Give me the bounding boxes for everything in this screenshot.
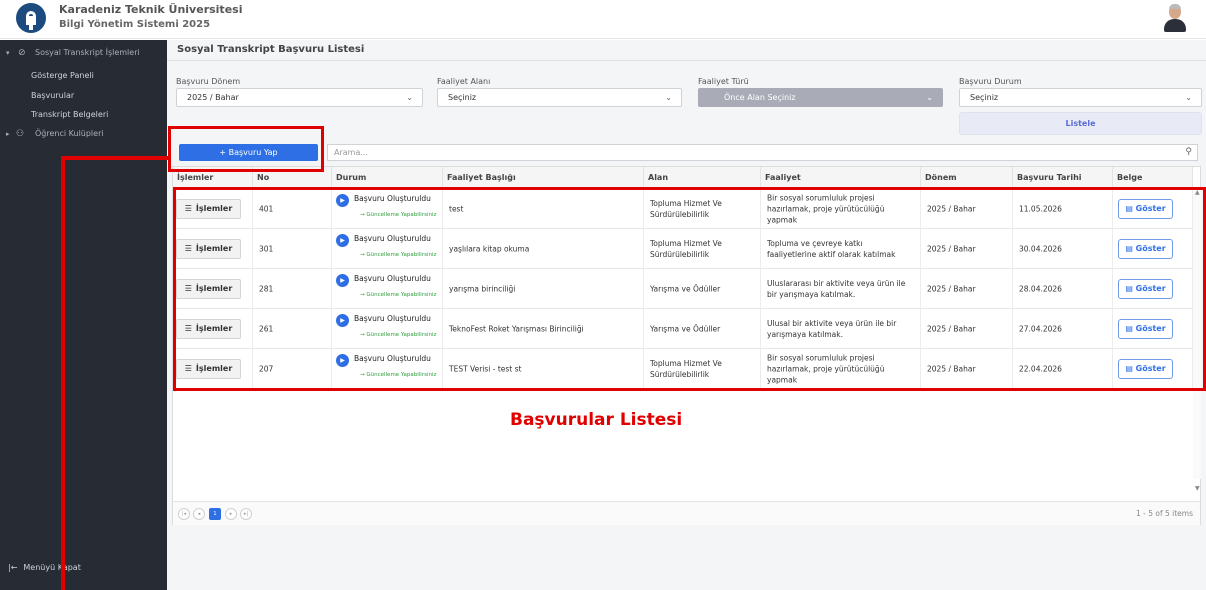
chevron-down-icon: ▾	[6, 44, 10, 62]
area-select-value: Seçiniz	[448, 93, 476, 102]
page-number-button[interactable]: 1	[209, 508, 221, 520]
sidebar-item-social-transcript[interactable]: ▾ ⊘ Sosyal Transkript İşlemleri	[0, 44, 167, 62]
grid-header: İşlemler No Durum Faaliyet Başlığı Alan …	[173, 167, 1193, 188]
area-select[interactable]: Seçiniz ⌄	[437, 88, 682, 107]
sidebar-item-dashboard[interactable]: Gösterge Paneli	[0, 67, 167, 85]
type-select[interactable]: Önce Alan Seçiniz ⌄	[698, 88, 943, 107]
pager: |◂ ◂ 1 ▸ ▸| 1 - 5 of 5 items	[173, 501, 1200, 525]
chevron-down-icon: ⌄	[926, 89, 933, 106]
search-icon: ⚲	[1185, 145, 1192, 160]
column-header-term[interactable]: Dönem	[921, 167, 1013, 188]
status-select-value: Seçiniz	[970, 93, 998, 102]
list-highlight	[173, 187, 1206, 391]
menu-close-button[interactable]: |← Menüyü Kapat	[8, 563, 81, 572]
column-header-activity-title[interactable]: Faaliyet Başlığı	[443, 167, 644, 188]
status-select[interactable]: Seçiniz ⌄	[959, 88, 1202, 107]
type-filter-label: Faaliyet Türü	[698, 77, 749, 86]
type-select-value: Önce Alan Seçiniz	[724, 93, 796, 102]
annotation-connector-horizontal	[61, 156, 168, 160]
sidebar: ▾ ⊘ Sosyal Transkript İşlemleri Gösterge…	[0, 40, 167, 590]
collapse-arrow-icon: |←	[8, 563, 17, 572]
scroll-down-icon[interactable]: ▼	[1195, 485, 1200, 492]
status-filter-label: Başvuru Durum	[959, 77, 1022, 86]
column-header-area[interactable]: Alan	[644, 167, 761, 188]
sidebar-item-student-clubs[interactable]: ▸ ⚇ Öğrenci Kulüpleri	[0, 125, 167, 143]
last-page-icon[interactable]: ▸|	[240, 508, 252, 520]
apply-button-highlight	[168, 126, 324, 172]
search-input[interactable]: Arama... ⚲	[327, 144, 1198, 161]
term-filter-label: Başvuru Dönem	[176, 77, 240, 86]
previous-page-icon[interactable]: ◂	[193, 508, 205, 520]
page-title: Sosyal Transkript Başvuru Listesi	[177, 44, 364, 55]
system-name: Bilgi Yönetim Sistemi 2025	[59, 19, 210, 30]
avatar-hair	[1169, 4, 1181, 9]
first-page-icon[interactable]: |◂	[178, 508, 190, 520]
menu-close-label: Menüyü Kapat	[23, 563, 80, 572]
chevron-down-icon: ⌄	[406, 89, 413, 106]
paperclip-icon: ⊘	[18, 44, 26, 62]
chevron-down-icon: ⌄	[665, 89, 672, 106]
sidebar-item-label: Başvurular	[31, 87, 74, 105]
sidebar-item-label: Gösterge Paneli	[31, 67, 94, 85]
logo-stem-shape	[29, 16, 33, 30]
users-icon: ⚇	[16, 125, 24, 143]
sidebar-item-transcript-documents[interactable]: Transkript Belgeleri	[0, 106, 167, 124]
sidebar-item-label: Öğrenci Kulüpleri	[35, 125, 104, 143]
list-button[interactable]: Listele	[959, 112, 1202, 135]
search-placeholder: Arama...	[334, 148, 368, 157]
next-page-icon[interactable]: ▸	[225, 508, 237, 520]
sidebar-item-applications[interactable]: Başvurular	[0, 87, 167, 105]
annotation-connector-vertical	[61, 156, 65, 590]
user-avatar[interactable]	[1164, 4, 1186, 32]
chevron-down-icon: ⌄	[1185, 89, 1192, 106]
university-logo[interactable]	[16, 3, 46, 33]
avatar-body	[1164, 19, 1186, 32]
column-header-status[interactable]: Durum	[332, 167, 443, 188]
column-header-document[interactable]: Belge	[1113, 167, 1193, 188]
sidebar-item-label: Sosyal Transkript İşlemleri	[35, 44, 140, 62]
column-header-application-date[interactable]: Başvuru Tarihi	[1013, 167, 1113, 188]
area-filter-label: Faaliyet Alanı	[437, 77, 490, 86]
university-name: Karadeniz Teknik Üniversitesi	[59, 3, 242, 16]
top-bar: Karadeniz Teknik Üniversitesi Bilgi Yöne…	[0, 0, 1206, 39]
sidebar-item-label: Transkript Belgeleri	[31, 106, 108, 124]
title-divider	[167, 60, 1206, 61]
term-select-value: 2025 / Bahar	[187, 93, 239, 102]
annotation-label: Başvurular Listesi	[510, 410, 682, 430]
pager-info: 1 - 5 of 5 items	[1136, 509, 1193, 518]
term-select[interactable]: 2025 / Bahar ⌄	[176, 88, 423, 107]
column-header-activity[interactable]: Faaliyet	[761, 167, 921, 188]
chevron-right-icon: ▸	[6, 125, 10, 143]
